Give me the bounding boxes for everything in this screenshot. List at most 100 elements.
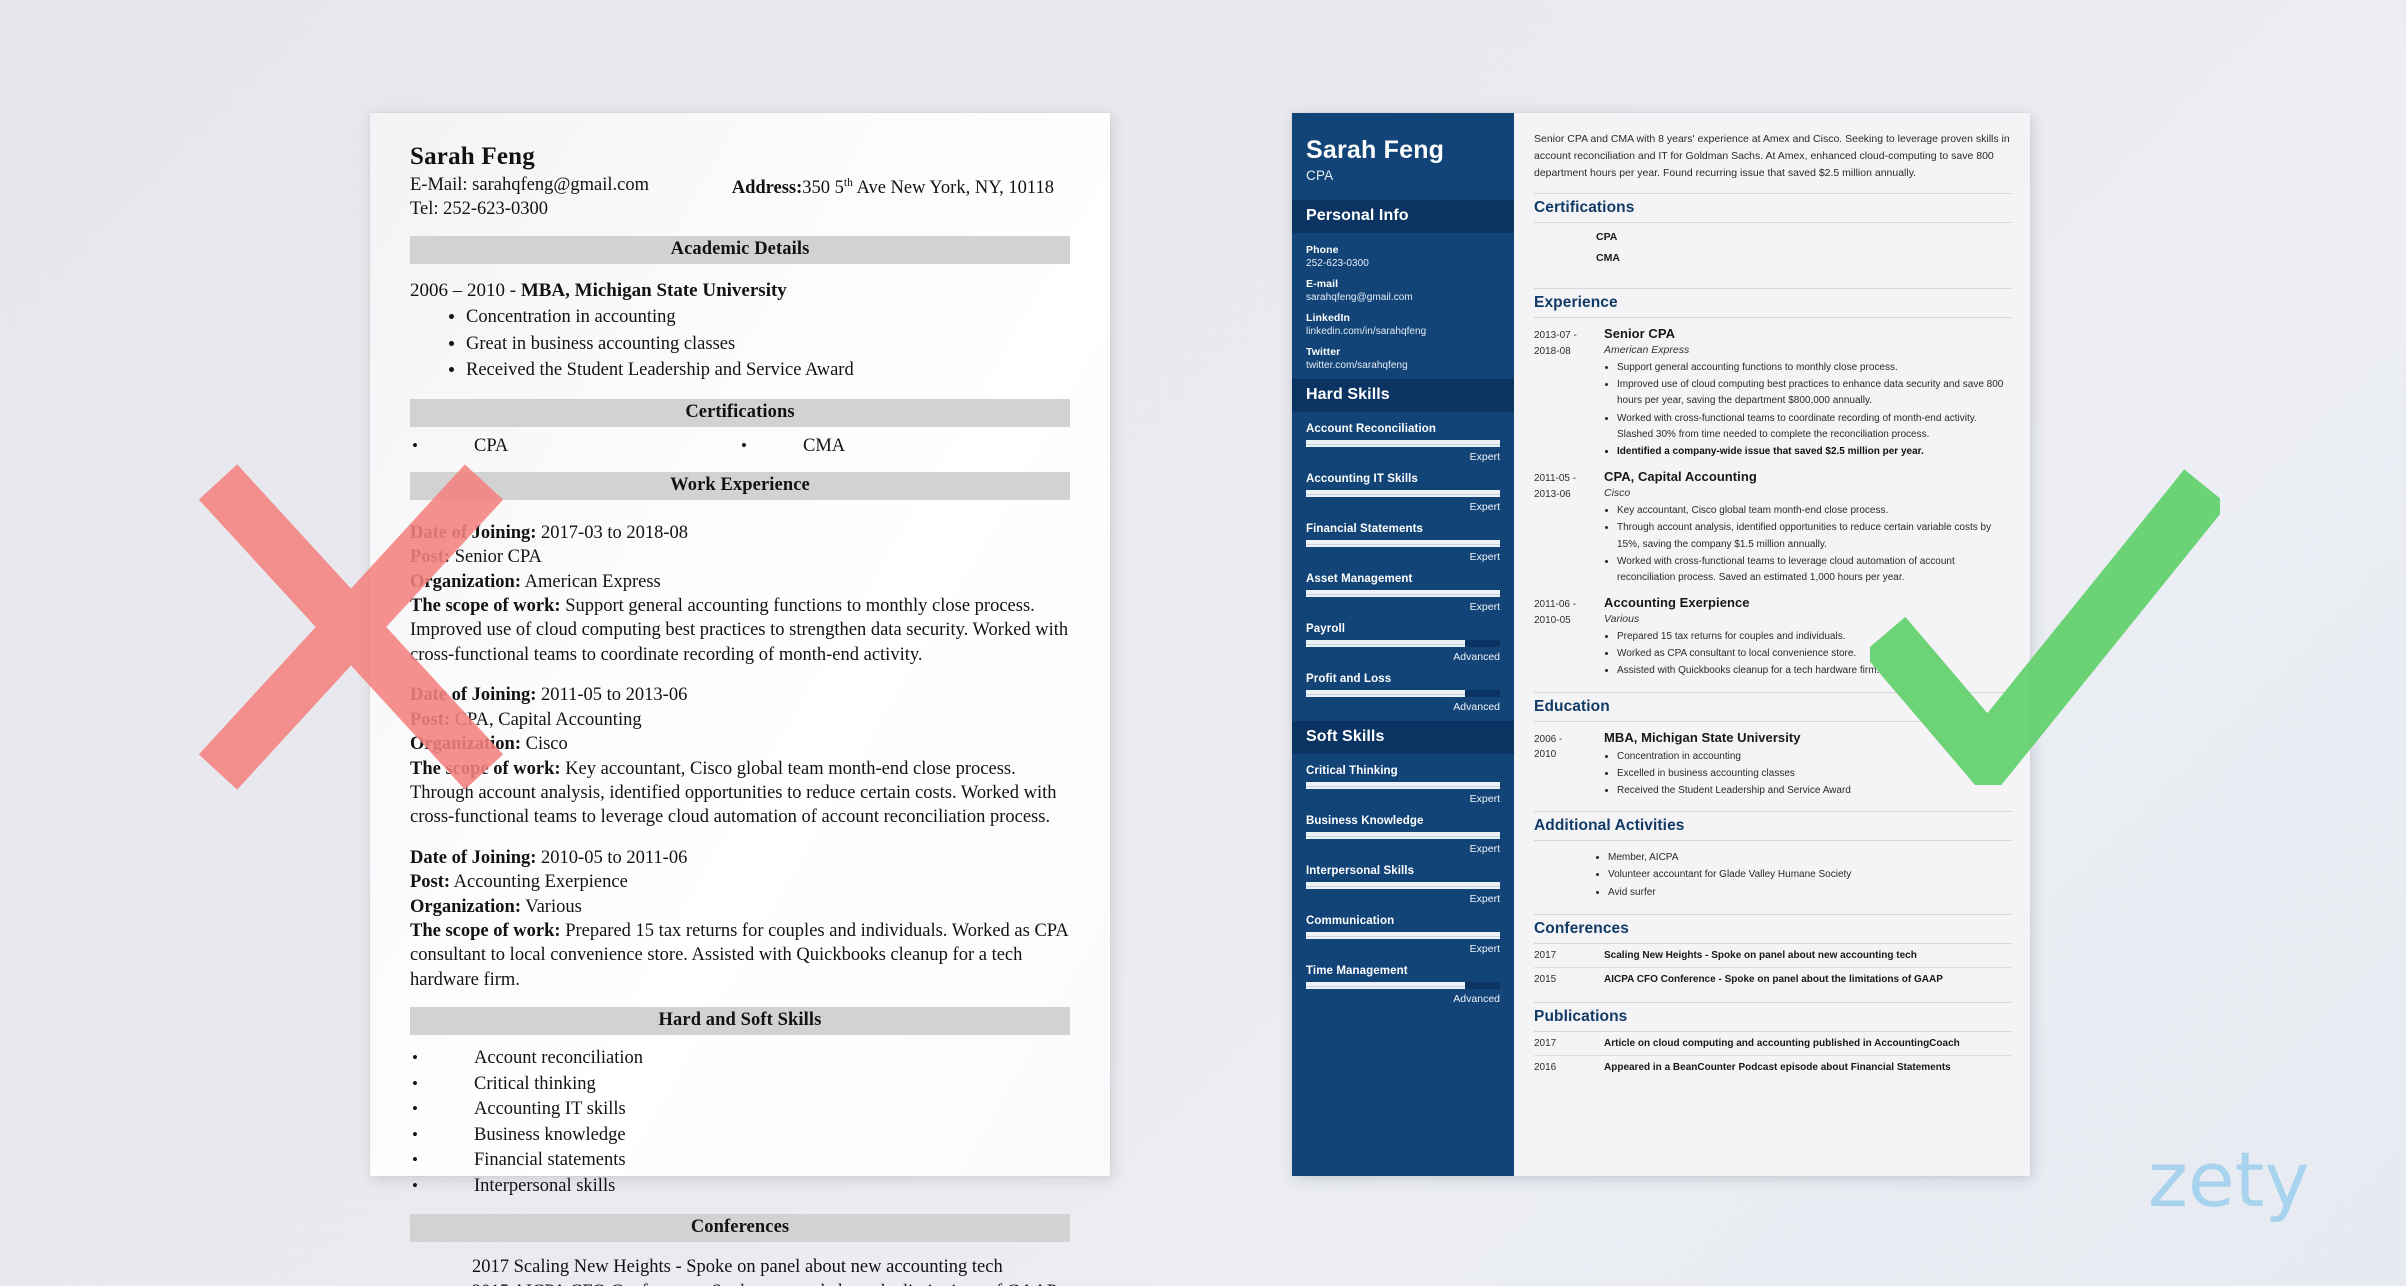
publication-year: 2017 [1534,1037,1557,1049]
list-item: Worked with cross-functional teams to co… [1617,411,2012,443]
personal-info-value-twitter[interactable]: twitter.com/sarahqfeng [1306,360,1500,371]
skill-meter [1306,540,1500,548]
good-section-experience: Experience 2013-07 - 2018-08 Senior CPA … [1534,288,2012,681]
bad-section-heading-conferences: Conferences [410,1214,1070,1243]
list-item: Financial statements [412,1148,1070,1174]
bad-job-date-label: Date of Joining: [410,685,537,706]
skill-level: Advanced [1453,993,1500,1006]
bad-address-label: Address: [731,178,803,199]
education-body: MBA, Michigan State University Concentra… [1604,730,2012,801]
bad-job-entry: Date of Joining: 2011-05 to 2013-06 Post… [410,683,1070,829]
section-heading-experience: Experience [1534,288,2012,318]
list-item: Received the Student Leadership and Serv… [466,357,1070,384]
list-item: Great in business accounting classes [466,331,1070,358]
list-item: Support general accounting functions to … [1617,360,2012,376]
experience-dates: 2011-06 - 2010-05 [1534,599,1577,626]
bad-address-value-post: Ave New York, NY, 10118 [852,178,1054,199]
conference-year: 2015 [1534,973,1557,985]
section-heading-education: Education [1534,691,2012,722]
experience-bullets: Support general accounting functions to … [1604,360,2012,460]
skill-meter-fill [1306,440,1500,448]
skill-name: Critical Thinking [1306,765,1398,778]
bad-job-post-label: Post: [410,547,451,568]
list-item: Through account analysis, identified opp… [1617,520,2012,552]
skill-meter [1306,782,1500,790]
bad-skill-label: Interpersonal skills [474,1175,616,1196]
skill-level: Advanced [1453,701,1500,714]
bad-skills-list: Account reconciliation Critical thinking… [410,1046,1070,1199]
experience-dates: 2013-07 - 2018-08 [1534,330,1577,357]
skill-name: Communication [1306,915,1395,928]
experience-body: Accounting Exerpience Various Prepared 1… [1604,595,2012,681]
skill-meter-fill [1306,782,1500,790]
additional-activities-list: Member, AICPA Volunteer accountant for G… [1534,841,2012,903]
skill-meter [1306,932,1500,940]
bad-job-date-value: 2011-05 to 2013-06 [536,685,688,706]
publication-text: Appeared in a BeanCounter Podcast episod… [1604,1061,1951,1073]
professional-summary: Senior CPA and CMA with 8 years' experie… [1534,133,2010,179]
bad-conference-line: 2015 AICPA CFO Conference - Spoke on pan… [472,1280,1070,1286]
bad-degree-years: 2006 – 2010 - [410,279,521,301]
personal-info-value-linkedin[interactable]: linkedin.com/in/sarahqfeng [1306,326,1500,337]
skill-item: Financial Statements Expert [1306,523,1500,563]
skill-meter-fill [1306,640,1466,648]
experience-organization: Various [1604,613,1640,626]
bad-cert-label: CPA [474,435,509,456]
bad-skill-label: Account reconciliation [474,1048,644,1069]
bullet-icon [412,1072,474,1098]
bad-section-heading-certifications: Certifications [410,398,1070,427]
good-resume-main: Senior CPA and CMA with 8 years' experie… [1514,113,2030,1176]
table-row: 2015 AICPA CFO Conference - Spoke on pan… [1534,968,2012,991]
skill-meter [1306,882,1500,890]
list-item: Avid surfer [1608,884,2012,901]
table-row: 2017 Scaling New Heights - Spoke on pane… [1534,944,2012,968]
sidebar-heading-soft-skills: Soft Skills [1292,721,1514,755]
experience-role: Senior CPA [1604,326,1676,341]
bad-conferences-body: 2017 Scaling New Heights - Spoke on pane… [410,1255,1070,1286]
bullet-icon [412,1123,474,1149]
list-item: Concentration in accounting [1617,749,2012,765]
bad-academic-body: 2006 – 2010 - MBA, Michigan State Univer… [410,280,1070,384]
personal-info-value-phone: 252-623-0300 [1306,258,1369,270]
personal-info-label-linkedin: LinkedIn [1306,312,1350,325]
list-item: Excelled in business accounting classes [1617,766,2012,782]
bad-job-scope-label: The scope of work: [410,596,561,617]
conference-text: AICPA CFO Conference - Spoke on panel ab… [1604,973,1943,985]
skill-meter [1306,490,1500,498]
experience-bullets: Prepared 15 tax returns for couples and … [1604,629,2012,680]
bad-job-date-label: Date of Joining: [410,847,537,868]
additional-activities-bullets: Member, AICPA Volunteer accountant for G… [1534,849,2012,901]
bad-section-heading-work: Work Experience [410,471,1070,500]
bullet-icon [412,1097,474,1123]
bad-skill-label: Accounting IT skills [474,1099,626,1120]
list-item: Worked as CPA consultant to local conven… [1617,646,2012,662]
good-section-education: Education 2006 - 2010 MBA, Michigan Stat… [1534,691,2012,801]
personal-info-body: Phone 252-623-0300 E-mail sarahqfeng@gma… [1292,233,1514,379]
bad-job-org-label: Organization: [410,896,521,917]
certifications-list: CPA CMA [1534,223,2012,277]
bullet-icon [412,1148,474,1174]
bad-job-org-value: Various [521,896,582,917]
certification-item: CMA [1596,252,1620,264]
list-item: Worked with cross-functional teams to le… [1617,554,2012,586]
personal-info-value-email: sarahqfeng@gmail.com [1306,292,1413,304]
skill-level: Expert [1469,451,1500,464]
conference-text: Scaling New Heights - Spoke on panel abo… [1604,949,1917,961]
skill-level: Advanced [1453,651,1500,664]
experience-role: CPA, Capital Accounting [1604,469,1757,485]
table-row: 2017 Article on cloud computing and acco… [1534,1032,2012,1056]
experience-dates: 2011-05 - 2013-06 [1534,473,1577,500]
bad-address-value-pre: 350 5 [802,178,844,199]
bullet-icon [412,1046,474,1072]
bad-skill-label: Business knowledge [474,1124,626,1145]
bad-job-post-label: Post: [410,872,451,893]
education-dates: 2006 - 2010 [1534,733,1563,761]
skill-name: Interpersonal Skills [1306,865,1415,878]
experience-entry: 2013-07 - 2018-08 Senior CPA American Ex… [1534,326,2012,461]
section-heading-conferences: Conferences [1534,913,2012,944]
skill-meter [1306,640,1500,648]
experience-role: Accounting Exerpience [1604,595,1750,611]
skill-meter-fill [1306,590,1500,598]
skill-name: Financial Statements [1306,523,1424,536]
experience-body: CPA, Capital Accounting Cisco Key accoun… [1604,469,2012,587]
